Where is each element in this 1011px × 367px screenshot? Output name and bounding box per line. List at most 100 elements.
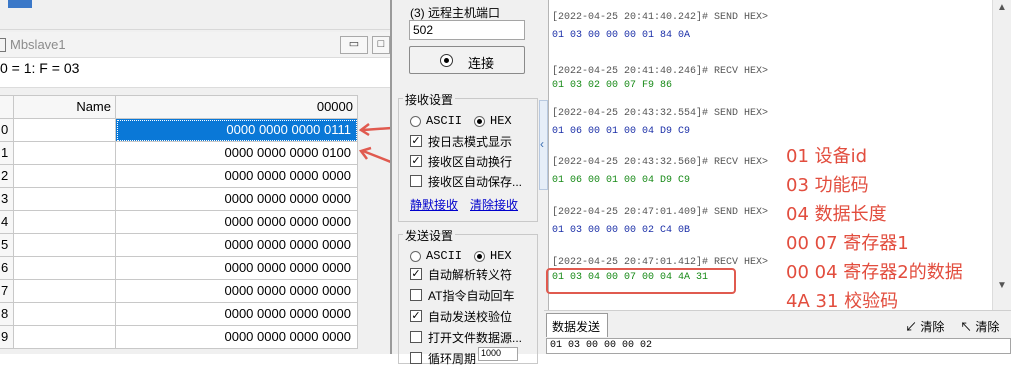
send-checkbox-2[interactable]: ✓	[410, 310, 422, 322]
header-corner	[0, 96, 14, 119]
log-line: 01 06 00 01 00 04 D9 C9	[552, 175, 691, 186]
row-number: 5	[0, 234, 14, 257]
minimize-button[interactable]: ▭	[340, 36, 368, 54]
log-line: 01 06 00 01 00 04 D9 C9	[552, 126, 691, 137]
table-row[interactable]: 7 0000 0000 0000 0000	[0, 280, 358, 303]
row-name-cell[interactable]	[14, 257, 116, 280]
toolbar-icon[interactable]	[8, 0, 32, 8]
header-name[interactable]: Name	[14, 96, 116, 119]
row-value-cell[interactable]: 0000 0000 0000 0000	[116, 165, 358, 188]
send-input[interactable]: 01 03 00 00 00 02	[546, 338, 1011, 354]
row-value-cell[interactable]: 0000 0000 0000 0000	[116, 280, 358, 303]
connect-label: 连接	[468, 56, 495, 71]
tab-data-send[interactable]: 数据发送	[546, 313, 608, 337]
row-name-cell[interactable]	[14, 188, 116, 211]
recv-ascii-radio[interactable]	[410, 116, 421, 127]
row-value-cell[interactable]: 0000 0000 0000 0000	[116, 234, 358, 257]
recv-settings-label: 接收设置	[403, 91, 456, 108]
cycle-input[interactable]: 1000	[478, 347, 518, 361]
table-row[interactable]: 0 0000 0000 0000 0111	[0, 119, 358, 142]
send-checkbox-0[interactable]: ✓	[410, 268, 422, 280]
table-row[interactable]: 5 0000 0000 0000 0000	[0, 234, 358, 257]
row-name-cell[interactable]	[14, 303, 116, 326]
send-checkbox-3[interactable]	[410, 331, 422, 343]
panel-splitter[interactable]: ‹	[539, 100, 548, 190]
recv-checkbox-1[interactable]: ✓	[410, 155, 422, 167]
clear-log-label: 清除	[975, 320, 1000, 334]
row-name-cell[interactable]	[14, 326, 116, 349]
table-row[interactable]: 9 0000 0000 0000 0000	[0, 326, 358, 349]
row-number: 6	[0, 257, 14, 280]
row-value-cell[interactable]: 0000 0000 0000 0111	[116, 119, 358, 142]
grid-header: Name 00000	[0, 95, 358, 119]
table-row[interactable]: 3 0000 0000 0000 0000	[0, 188, 358, 211]
send-option-label: 自动发送校验位	[428, 310, 513, 324]
log-line: [2022-04-25 20:43:32.554]# SEND HEX>	[552, 108, 769, 119]
row-number: 0	[0, 119, 14, 142]
send-ascii-radio[interactable]	[410, 251, 421, 262]
highlight-box	[546, 268, 736, 294]
red-arrows	[358, 123, 390, 163]
header-value[interactable]: 00000	[116, 96, 358, 119]
row-number: 7	[0, 280, 14, 303]
silent-recv-link[interactable]: 静默接收	[410, 196, 458, 213]
table-row[interactable]: 1 0000 0000 0000 0100	[0, 142, 358, 165]
log-line: 01 03 00 00 00 01 84 0A	[552, 30, 691, 41]
recv-option-label: 按日志模式显示	[428, 135, 513, 149]
row-value-cell[interactable]: 0000 0000 0000 0100	[116, 142, 358, 165]
row-value-cell[interactable]: 0000 0000 0000 0000	[116, 257, 358, 280]
send-option-label: 自动解析转义符	[428, 268, 513, 282]
row-value-cell[interactable]: 0000 0000 0000 0000	[116, 303, 358, 326]
connect-button[interactable]: 连接	[409, 46, 525, 74]
recv-hex-radio[interactable]	[474, 116, 485, 127]
send-option-label: 打开文件数据源...	[428, 331, 523, 345]
window-icon	[0, 38, 6, 52]
clear-icon: ↙	[905, 320, 921, 334]
remote-port-input[interactable]: 502	[409, 20, 525, 40]
maximize-button[interactable]: □	[372, 36, 390, 54]
row-name-cell[interactable]	[14, 211, 116, 234]
row-name-cell[interactable]	[14, 234, 116, 257]
row-value-cell[interactable]: 0000 0000 0000 0000	[116, 326, 358, 349]
log-line: [2022-04-25 20:47:01.409]# SEND HEX>	[552, 207, 769, 218]
row-number: 3	[0, 188, 14, 211]
send-option-label: AT指令自动回车	[428, 289, 515, 303]
recv-option-label: 接收区自动换行	[428, 155, 513, 169]
remote-port-label: (3) 远程主机端口	[410, 6, 501, 20]
recv-checkbox-2[interactable]	[410, 175, 422, 187]
row-name-cell[interactable]	[14, 119, 116, 142]
scroll-down-icon[interactable]: ▼	[997, 280, 1007, 291]
row-name-cell[interactable]	[14, 142, 116, 165]
row-number: 2	[0, 165, 14, 188]
send-checkbox-1[interactable]	[410, 289, 422, 301]
send-option-label: 循环周期	[428, 352, 477, 366]
row-value-cell[interactable]: 0000 0000 0000 0000	[116, 211, 358, 234]
send-hex-label: HEX	[490, 249, 512, 263]
row-name-cell[interactable]	[14, 165, 116, 188]
clear-log-button[interactable]: ↖ 清除	[960, 318, 999, 335]
table-row[interactable]: 2 0000 0000 0000 0000	[0, 165, 358, 188]
table-row[interactable]: 8 0000 0000 0000 0000	[0, 303, 358, 326]
recv-ascii-label: ASCII	[426, 114, 463, 128]
mdi-title-bar: Mbslave1 ▭ □	[0, 32, 390, 58]
connect-icon	[440, 54, 453, 67]
log-line: [2022-04-25 20:41:40.242]# SEND HEX>	[552, 12, 769, 23]
scroll-up-icon[interactable]: ▲	[997, 2, 1007, 13]
row-name-cell[interactable]	[14, 280, 116, 303]
main-toolbar-strip	[0, 0, 390, 30]
log-scrollbar[interactable]: ▲ ▼	[992, 0, 1011, 310]
send-hex-radio[interactable]	[474, 251, 485, 262]
row-value-cell[interactable]: 0000 0000 0000 0000	[116, 188, 358, 211]
table-row[interactable]: 6 0000 0000 0000 0000	[0, 257, 358, 280]
clear-send-button[interactable]: ↙ 清除	[905, 318, 944, 335]
table-row[interactable]: 4 0000 0000 0000 0000	[0, 211, 358, 234]
window-title: Mbslave1	[10, 37, 66, 52]
clear-recv-link[interactable]: 清除接收	[470, 196, 518, 213]
annotation-text: 03 功能码	[786, 175, 869, 196]
annotation-text: 00 04 寄存器2的数据	[786, 262, 963, 283]
recv-checkbox-0[interactable]: ✓	[410, 135, 422, 147]
recv-option-label: 接收区自动保存...	[428, 175, 523, 189]
row-number: 1	[0, 142, 14, 165]
slave-status: 0 = 1: F = 03	[0, 58, 390, 88]
annotation-text: 00 07 寄存器1	[786, 233, 909, 254]
